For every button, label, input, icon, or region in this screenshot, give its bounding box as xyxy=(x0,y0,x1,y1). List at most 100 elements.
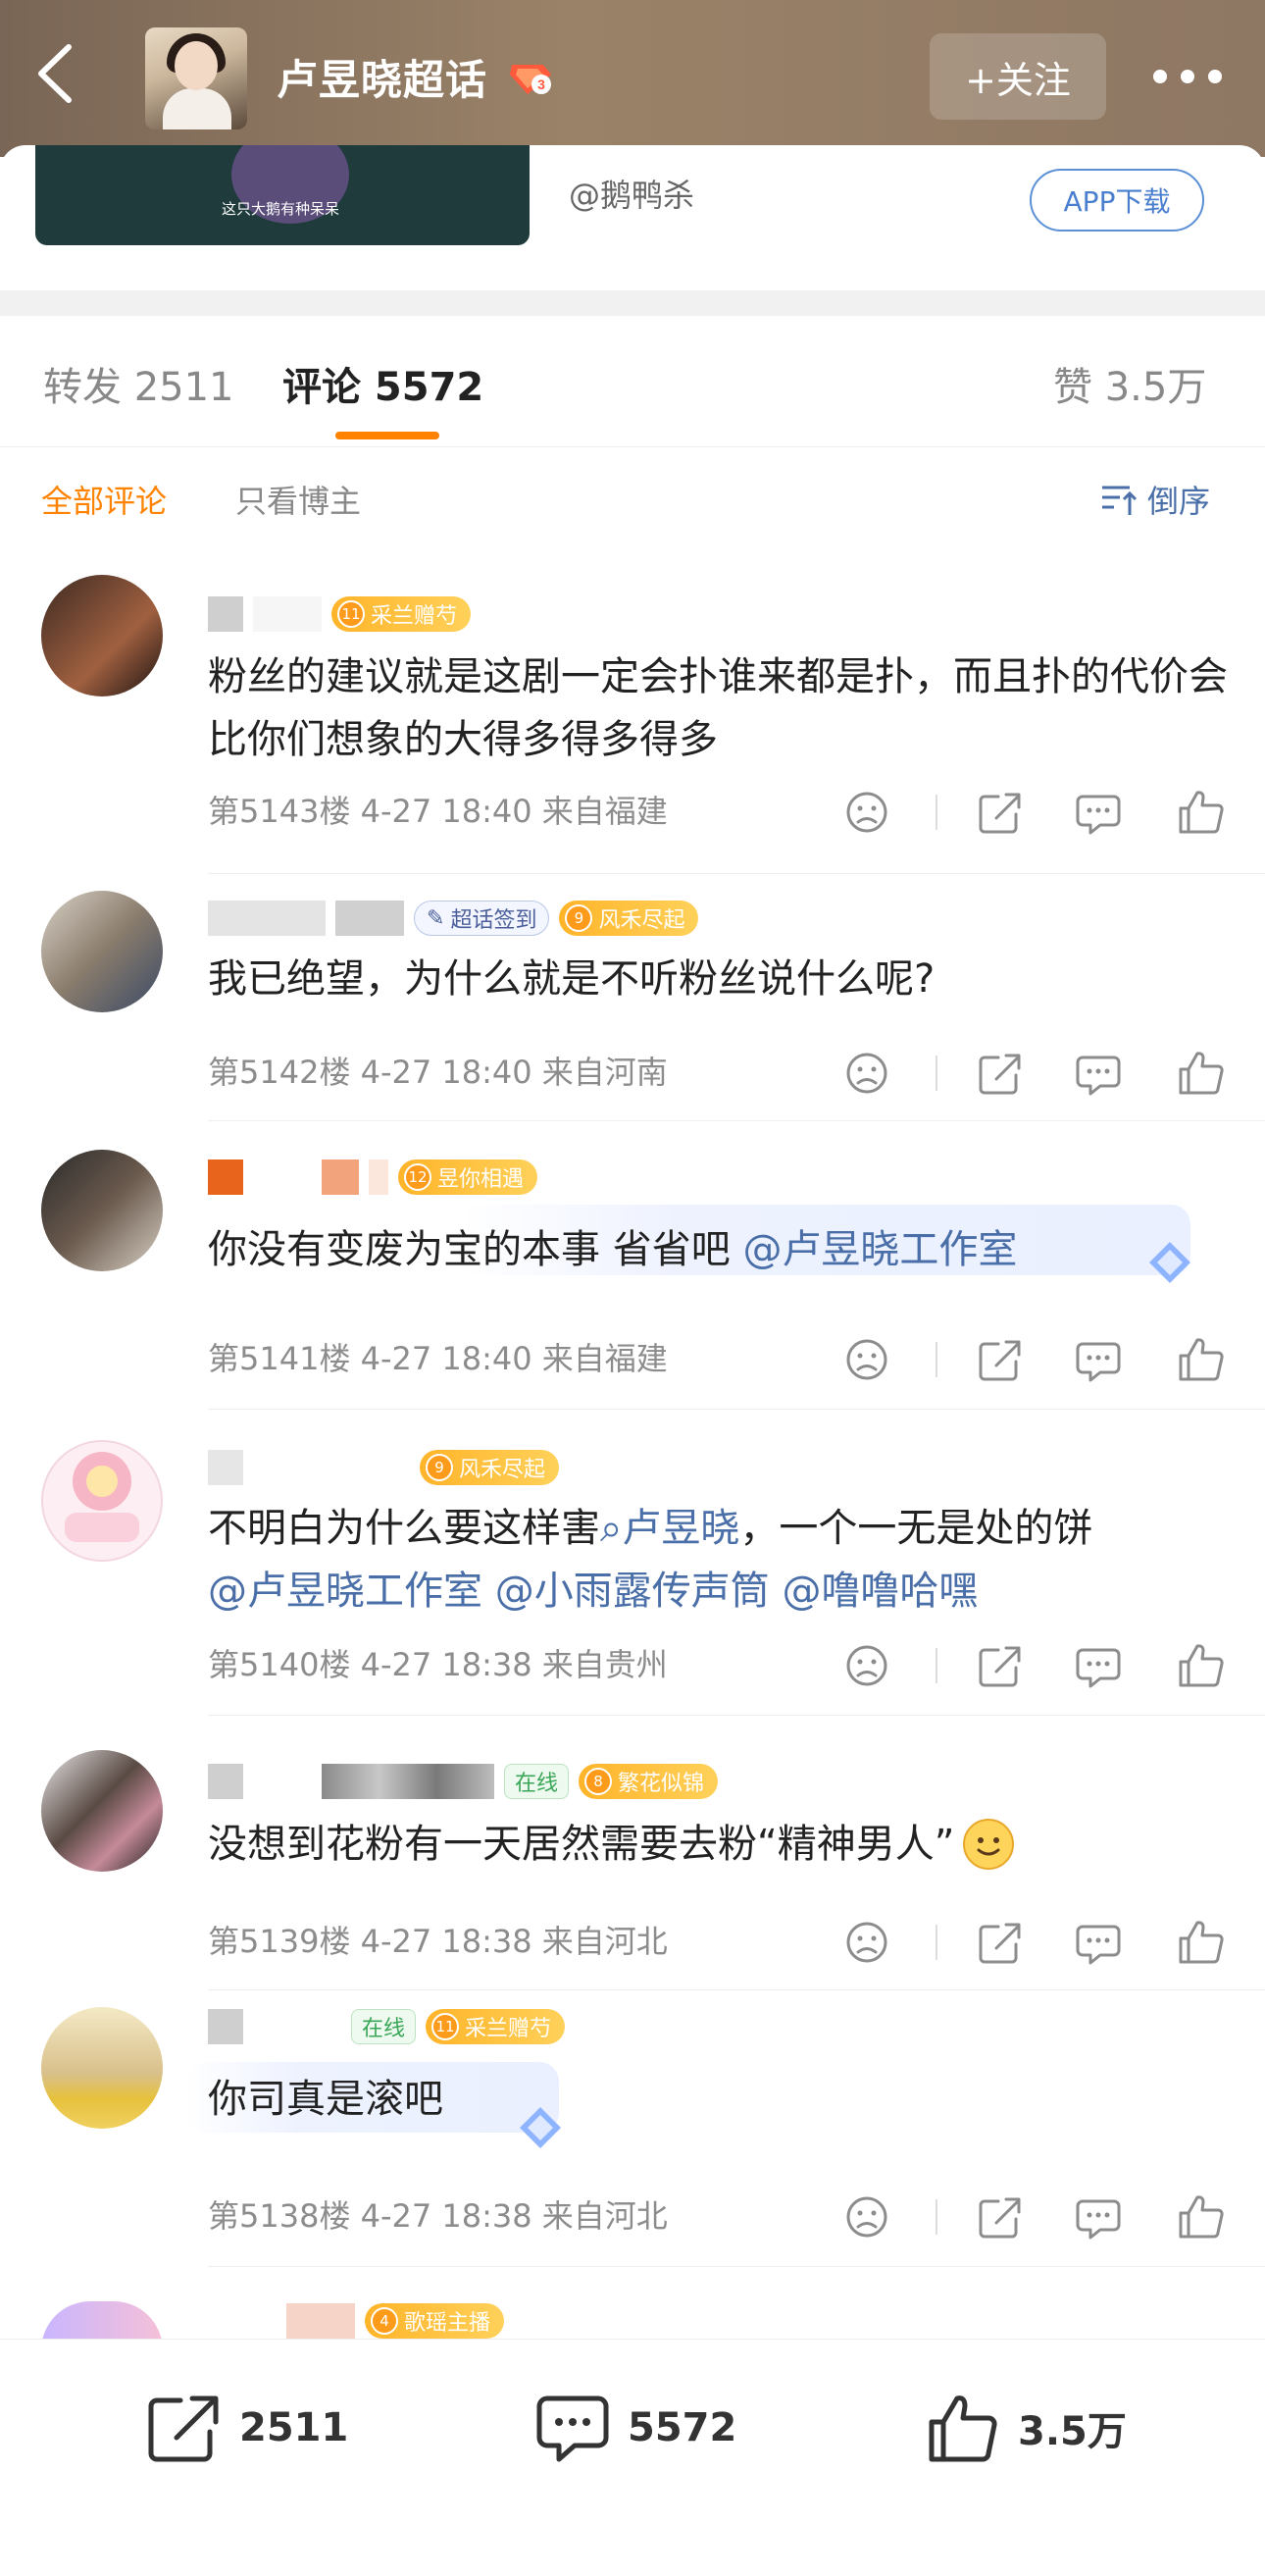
dislike-icon[interactable] xyxy=(843,1336,890,1383)
comment-actions xyxy=(843,1336,1236,1383)
blurred-username[interactable] xyxy=(208,901,326,936)
sort-icon xyxy=(1102,486,1138,515)
filter-all-comments[interactable]: 全部评论 xyxy=(41,477,167,522)
blurred-username[interactable] xyxy=(208,1450,243,1485)
dislike-icon[interactable] xyxy=(843,1642,890,1689)
like-button[interactable]: 3.5万 xyxy=(926,2393,1127,2463)
mention-link[interactable]: @卢昱晓工作室 xyxy=(742,1227,1017,1272)
supertopic-signin-badge[interactable]: ✎ 超话签到 xyxy=(414,901,550,936)
comment-icon[interactable] xyxy=(1075,1050,1122,1097)
fan-level-badge[interactable]: 11 采兰赠芍 xyxy=(331,596,472,632)
comment-actions xyxy=(843,1642,1236,1689)
share-icon[interactable] xyxy=(977,1336,1024,1383)
comment-button[interactable]: 5572 xyxy=(535,2393,736,2463)
chevron-left-icon[interactable] xyxy=(31,41,76,106)
comment-author-row: 在线 8 繁花似锦 xyxy=(208,1762,719,1801)
video-thumbnail[interactable]: 这只大鹅有种呆呆 xyxy=(35,145,530,245)
share-icon[interactable] xyxy=(977,1919,1024,1966)
topic-level-badge-icon: 3 xyxy=(510,65,551,94)
share-icon[interactable] xyxy=(977,2193,1024,2241)
comment-meta: 第5138楼 4-27 18:38 来自河北 xyxy=(208,2197,668,2235)
online-status-badge: 在线 xyxy=(351,2009,417,2044)
blurred-username[interactable] xyxy=(286,2303,355,2339)
avatar[interactable] xyxy=(41,575,163,696)
blurred-username[interactable] xyxy=(208,1764,243,1799)
avatar[interactable] xyxy=(41,1750,163,1872)
comment-actions xyxy=(843,2193,1236,2241)
mention-link[interactable]: @卢昱晓工作室 xyxy=(208,1569,482,1614)
comment-meta: 第5140楼 4-27 18:38 来自贵州 xyxy=(208,1646,668,1683)
comment-text: 没想到花粉有一天居然需要去粉“精神男人” xyxy=(208,1813,1228,1876)
filter-author-only[interactable]: 只看博主 xyxy=(235,477,361,522)
comment-meta: 第5142楼 4-27 18:40 来自河南 xyxy=(208,1054,668,1091)
fan-level-badge[interactable]: 9 风禾尽起 xyxy=(559,901,699,936)
app-download-button[interactable]: APP下载 xyxy=(1030,169,1204,232)
thumbs-up-icon[interactable] xyxy=(1177,1642,1224,1689)
comment-author-row: ✎ 超话签到 9 风禾尽起 xyxy=(208,899,699,938)
comment-icon[interactable] xyxy=(1075,2193,1122,2241)
fan-level-badge[interactable]: 9 风禾尽起 xyxy=(420,1450,560,1485)
comment-author-row: 11 采兰赠芍 xyxy=(208,594,472,634)
comment-author-row: 4 歌瑶主播 xyxy=(208,2301,505,2341)
sort-order-button[interactable]: 倒序 xyxy=(1100,477,1210,522)
topic-header: 卢昱晓超话 3 +关注 xyxy=(0,0,1265,157)
share-icon[interactable] xyxy=(977,789,1024,836)
avatar[interactable] xyxy=(41,1440,163,1562)
fan-level-badge[interactable]: 4 歌瑶主播 xyxy=(365,2303,505,2339)
fan-level-badge[interactable]: 8 繁花似锦 xyxy=(579,1764,719,1799)
comment-icon[interactable] xyxy=(1075,789,1122,836)
fan-level-badge[interactable]: 12 昱你相遇 xyxy=(398,1159,538,1195)
dislike-icon[interactable] xyxy=(843,2193,890,2241)
blurred-username[interactable] xyxy=(208,596,243,632)
action-divider xyxy=(936,1056,937,1091)
topic-avatar[interactable] xyxy=(145,27,247,129)
share-icon[interactable] xyxy=(977,1642,1024,1689)
action-divider xyxy=(936,1925,937,1960)
dislike-icon[interactable] xyxy=(843,1919,890,1966)
uploader-name[interactable]: @鹅鸭杀 xyxy=(569,171,694,216)
comment-actions xyxy=(843,789,1236,836)
active-tab-indicator xyxy=(335,432,439,439)
comment-actions xyxy=(843,1919,1236,1966)
tab-repost[interactable]: 转发 2511 xyxy=(43,355,234,412)
comment-text: 你没有变废为宝的本事 省省吧 @卢昱晓工作室 xyxy=(208,1227,1018,1272)
follow-button[interactable]: +关注 xyxy=(930,33,1106,120)
action-divider xyxy=(936,795,937,830)
repost-button[interactable]: 2511 xyxy=(147,2393,348,2463)
thumbs-up-icon[interactable] xyxy=(1177,789,1224,836)
avatar[interactable] xyxy=(41,1150,163,1271)
thumbs-up-icon xyxy=(929,2396,997,2462)
thumbs-up-icon[interactable] xyxy=(1177,2193,1224,2241)
comment-text: 我已绝望，为什么就是不听粉丝说什么呢? xyxy=(208,956,936,1002)
thumbs-up-icon[interactable] xyxy=(1177,1050,1224,1097)
action-divider xyxy=(936,1648,937,1683)
more-dots-icon[interactable] xyxy=(1153,49,1222,104)
blurred-username[interactable] xyxy=(208,1159,243,1195)
tab-likes[interactable]: 赞 3.5万 xyxy=(1053,355,1206,412)
comment-icon[interactable] xyxy=(1075,1336,1122,1383)
comment-icon[interactable] xyxy=(1075,1919,1122,1966)
comment-author-row: 在线 11 采兰赠芍 xyxy=(208,2007,566,2046)
comment-actions xyxy=(843,1050,1236,1097)
svg-text:3: 3 xyxy=(537,77,545,92)
mention-link[interactable]: @小雨露传声筒 xyxy=(495,1569,770,1614)
blurred-username[interactable] xyxy=(208,2009,243,2044)
mention-link[interactable]: @噜噜哈嘿 xyxy=(782,1569,978,1614)
fan-level-badge[interactable]: 11 采兰赠芍 xyxy=(426,2009,566,2044)
thumbs-up-icon[interactable] xyxy=(1177,1919,1224,1966)
comment-count: 5572 xyxy=(628,2405,737,2450)
topic-link[interactable]: ⌕卢昱晓 xyxy=(600,1506,739,1551)
comment-text: 粉丝的建议就是这剧一定会扑谁来都是扑，而且扑的代价会比你们想象的大得多得多得多 xyxy=(208,654,1228,762)
avatar[interactable] xyxy=(41,891,163,1012)
avatar[interactable] xyxy=(41,2007,163,2129)
comment-author-row: 9 风禾尽起 xyxy=(208,1448,560,1487)
share-icon[interactable] xyxy=(977,1050,1024,1097)
dislike-icon[interactable] xyxy=(843,789,890,836)
post-tabs: 转发 2511 评论 5572 赞 3.5万 xyxy=(0,316,1265,447)
online-status-badge: 在线 xyxy=(504,1764,570,1799)
thumbs-up-icon[interactable] xyxy=(1177,1336,1224,1383)
tab-comments[interactable]: 评论 5572 xyxy=(282,355,483,412)
comment-icon[interactable] xyxy=(1075,1642,1122,1689)
comment-icon xyxy=(536,2396,609,2462)
dislike-icon[interactable] xyxy=(843,1050,890,1097)
